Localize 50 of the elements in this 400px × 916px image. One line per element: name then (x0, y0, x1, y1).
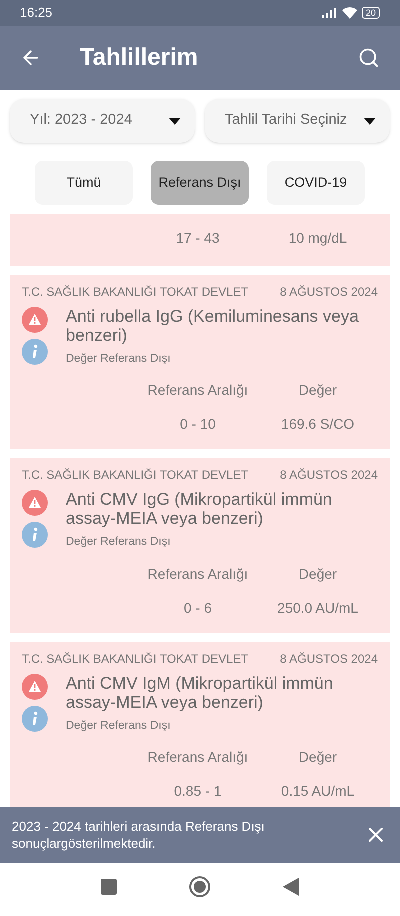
status-time: 16:25 (20, 4, 53, 22)
result-date: 8 AĞUSTOS 2024 (280, 467, 378, 484)
dropdown[interactable]: Tahlil Tarihi Seçiniz (205, 99, 390, 143)
institution-name: T.C. SAĞLIK BAKANLIĞI TOKAT DEVLET (22, 284, 249, 301)
result-date: 8 AĞUSTOS 2024 (280, 650, 378, 668)
battery-indicator: 20 (362, 7, 380, 19)
test-name: Anti rubella IgG (Kemiluminesans veya benzeri) (66, 307, 360, 345)
test-name: Anti CMV IgM (Mikropartikül immün assay-MEIA veya benzeri) (66, 674, 334, 712)
result-card[interactable]: T.C. SAĞLIK BAKANLIĞI TOKAT DEVLET 8 AĞUSTOS 2024 Anti rubella IgG (Kemiluminesans veya benzeri) Değer Referans Dışı Referans Aralığı Değer 0 - 10 169.6 S/CO (10, 275, 390, 450)
result-card[interactable]: 17 - 43 10 mg/dL (10, 214, 390, 266)
result-value: 10 mg/dL (288, 228, 348, 248)
warning-icon (22, 307, 48, 333)
wifi-icon (342, 7, 358, 19)
test-name: Anti CMV IgG (Mikropartikül immün assay-MEIA veya benzeri) (66, 490, 334, 528)
reference-range: 0 - 6 (182, 598, 213, 618)
dropdown-caret-icon (169, 118, 181, 124)
result-card[interactable]: T.C. SAĞLIK BAKANLIĞI TOKAT DEVLET 8 AĞUSTOS 2024 Anti CMV IgG (Mikropartikül immün assay-MEIA veya benzeri) Değer Referans Dışı Referans Aralığı Değer 0 - 6 250.0 AU/mL (10, 458, 390, 632)
warning-icon (22, 674, 48, 700)
status-text: Değer Referans Dışı (66, 718, 172, 734)
filter-tab[interactable]: Referans Dışı (151, 161, 249, 205)
reference-range: 0 - 10 (179, 415, 217, 434)
institution-name: T.C. SAĞLIK BAKANLIĞI TOKAT DEVLET (22, 650, 249, 668)
filter-tab[interactable]: Tümü (35, 161, 133, 205)
warning-icon (22, 490, 48, 516)
search-button[interactable] (358, 47, 380, 69)
column-label: Referans Aralığı (146, 564, 250, 584)
result-card[interactable]: T.C. SAĞLIK BAKANLIĞI TOKAT DEVLET 8 AĞUSTOS 2024 Anti CMV IgM (Mikropartikül immün assay-MEIA veya benzeri) Değer Referans Dışı Referans Aralığı Değer 0.85 - 1 0.15 AU/mL (10, 642, 390, 807)
institution-name: T.C. SAĞLIK BAKANLIĞI TOKAT DEVLET (22, 467, 249, 484)
back-icon[interactable] (283, 878, 299, 896)
column-label: Referans Aralığı (146, 381, 250, 400)
signal-icon (322, 8, 338, 18)
status-text: Değer Referans Dışı (66, 535, 172, 550)
status-text: Değer Referans Dışı (66, 352, 172, 367)
result-date: 8 AĞUSTOS 2024 (280, 284, 378, 301)
home-icon[interactable] (189, 876, 211, 898)
snackbar-message: 2023 - 2024 tarihleri arasında Referans Dışı sonuçlargösterilmektedir. (12, 818, 266, 852)
reference-range: 17 - 43 (175, 228, 221, 248)
column-label: Referans Aralığı (146, 748, 250, 767)
result-value: 169.6 S/CO (280, 415, 356, 434)
column-label: Değer (298, 381, 338, 400)
result-value: 250.0 AU/mL (276, 598, 360, 618)
screen-title: Tahlillerim (80, 43, 200, 73)
reference-range: 0.85 - 1 (173, 782, 223, 801)
recents-icon[interactable] (101, 878, 117, 894)
dropdown[interactable]: Yıl: 2023 - 2024 (10, 99, 195, 143)
column-label: Değer (298, 748, 338, 767)
filter-tab[interactable]: COVID-19 (267, 161, 365, 205)
dropdown-caret-icon (364, 118, 376, 124)
result-value: 0.15 AU/mL (280, 782, 356, 801)
column-label: Değer (298, 564, 338, 584)
